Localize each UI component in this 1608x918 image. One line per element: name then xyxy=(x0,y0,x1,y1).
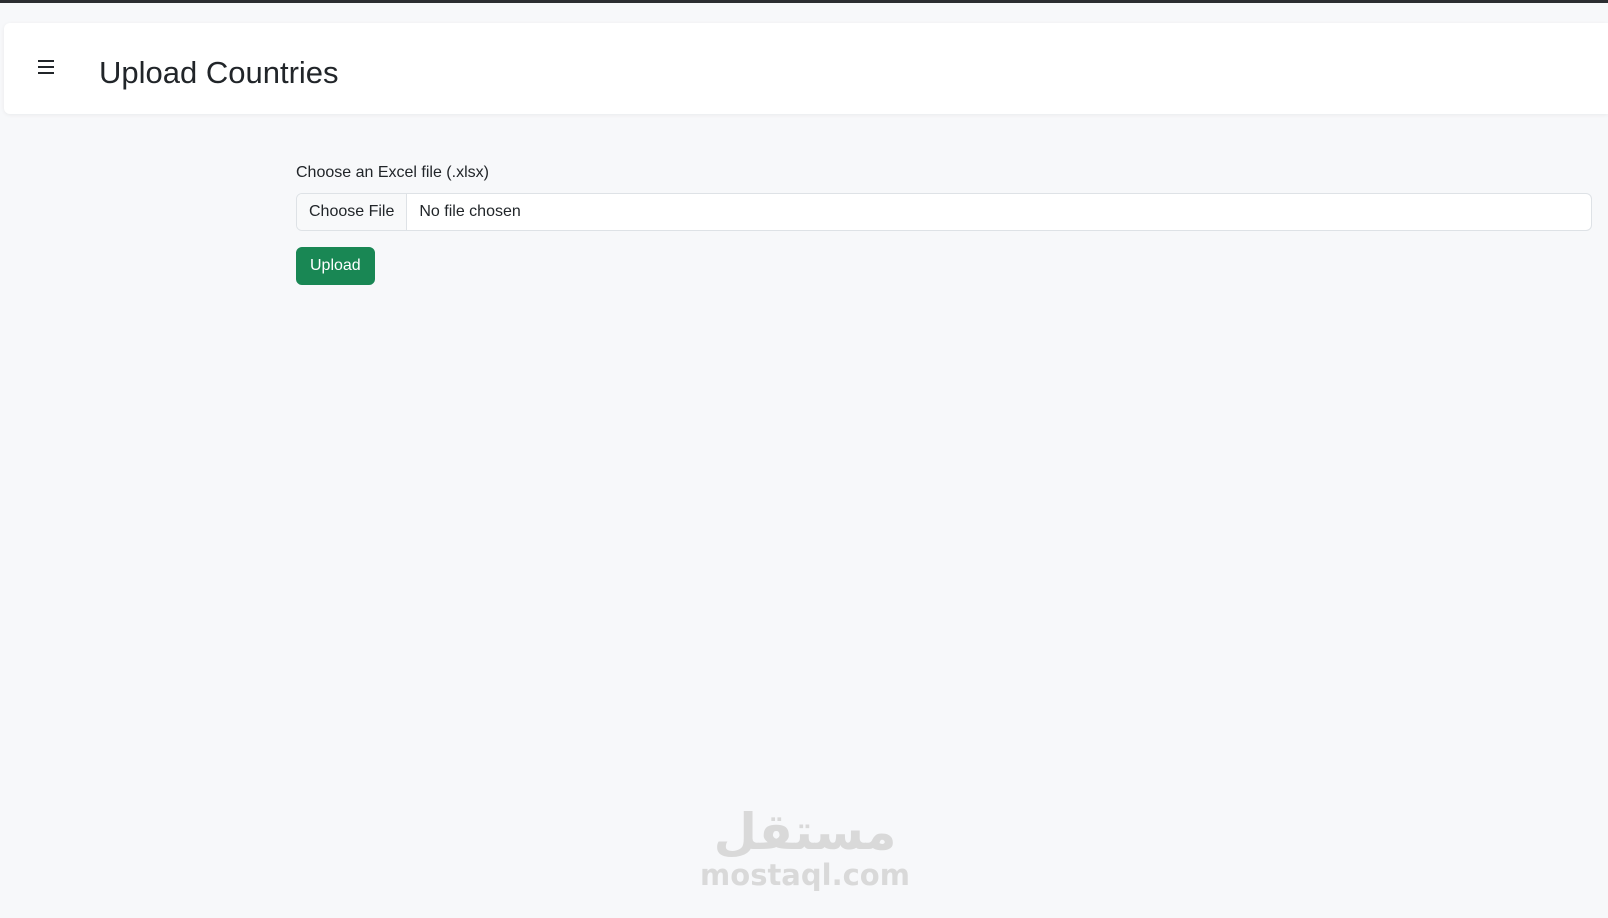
watermark-logo: مستقل mostaql.com xyxy=(700,805,910,905)
upload-form: Choose an Excel file (.xlsx) Choose File… xyxy=(296,161,1592,285)
window-top-border xyxy=(0,0,1608,3)
watermark-arabic-text: مستقل xyxy=(713,803,897,861)
upload-button[interactable]: Upload xyxy=(296,247,375,285)
choose-file-button[interactable]: Choose File xyxy=(297,194,408,230)
page-title: Upload Countries xyxy=(99,55,339,90)
page-header: Upload Countries xyxy=(4,23,1608,114)
file-input[interactable]: Choose File No file chosen xyxy=(296,193,1592,231)
hamburger-menu-icon[interactable] xyxy=(34,56,58,78)
watermark-latin-text: mostaql.com xyxy=(700,858,910,892)
file-status-text: No file chosen xyxy=(419,203,521,220)
file-input-label: Choose an Excel file (.xlsx) xyxy=(296,164,489,181)
